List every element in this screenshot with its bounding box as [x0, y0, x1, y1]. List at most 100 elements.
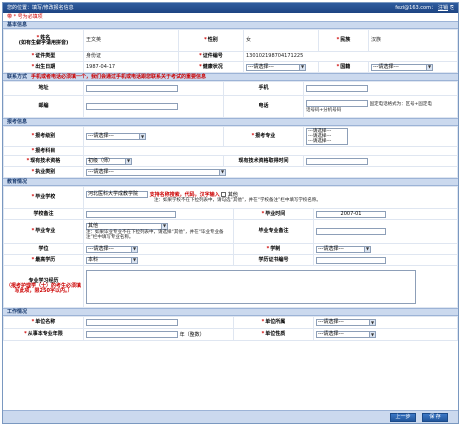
current-qual-label: 现有技术资格	[30, 157, 61, 164]
degree-select[interactable]: ---请选择--- ▼	[86, 245, 138, 253]
name-value: 王文英	[86, 37, 102, 43]
grad-major-note: 注：如果毕业专业不在下拉列表中，请选择“其他”，并在“毕业专业备注”栏中填写专业…	[86, 229, 224, 240]
school-note: 注：如果学校不在下拉列表中，请勾选“其他”，并在“学校备注”栏中填写学校名称。	[154, 198, 321, 204]
birth-value: 1987-04-17	[86, 63, 116, 70]
mobile-label: 手机	[258, 85, 269, 91]
section-basic: 基本信息	[3, 21, 458, 29]
birth-label: 出生日期	[35, 63, 56, 70]
phone-format-hint-2: 话号码+分机号码	[306, 107, 342, 113]
gender-label: 性别	[207, 37, 218, 43]
chevron-down-icon: ▼	[219, 169, 225, 175]
grad-major-select[interactable]: 其他 ▼	[86, 222, 168, 230]
exam-table: *报考级别 ---请选择--- ▼ *报考专业 ---请选择--- ---请选择-…	[3, 126, 458, 178]
id-type-label: 证件类型	[35, 53, 56, 59]
contact-table: 地址 手机 邮编 电话 固定电话格式为：区号+固定电 话号码+分机号码	[3, 81, 458, 118]
chevron-down-icon: ▼	[125, 158, 131, 164]
chevron-down-icon: ▼	[299, 64, 305, 70]
chevron-down-icon: ▼	[426, 64, 432, 70]
phone-label: 电话	[258, 103, 269, 109]
top-bar: 您的位置：填写/修改报名信息 fezi@163.com： 注销 ⎘	[3, 3, 458, 13]
unit-name-label: 单位名称	[35, 319, 56, 325]
zip-input[interactable]	[86, 103, 178, 110]
logout-icon[interactable]: ⎘	[450, 5, 454, 11]
grad-major-remark-label: 毕业专业备注	[258, 228, 289, 234]
health-select[interactable]: ---请选择--- ▼	[246, 63, 306, 71]
exam-level-select[interactable]: ---请选择--- ▼	[86, 133, 146, 140]
qual-time-input[interactable]	[306, 157, 368, 165]
grad-time-label: 毕业时间	[265, 210, 286, 217]
chevron-down-icon: ▼	[161, 223, 167, 229]
unit-name-input[interactable]	[86, 319, 178, 326]
section-work: 工作情况	[3, 308, 458, 316]
qual-time-label: 现有技术资格取得时间	[238, 157, 289, 164]
health-label: 健康状况	[202, 63, 223, 70]
current-qual-select[interactable]: 初级（师） ▼	[86, 157, 132, 165]
unit-nature-select[interactable]: ---请选择--- ▼	[316, 331, 376, 338]
grad-major-label: 毕业专业	[35, 228, 56, 234]
id-number-value: 130102198704171225	[246, 53, 304, 59]
section-education: 教育情况	[3, 178, 458, 186]
chevron-down-icon: ▼	[131, 246, 137, 252]
school-other-checkbox[interactable]	[221, 192, 227, 198]
school-remark-label: 学校备注	[33, 210, 54, 217]
grad-time-input[interactable]: 2007-01	[316, 210, 386, 218]
id-type-value: 身份证	[86, 53, 102, 59]
cert-no-input[interactable]	[316, 256, 386, 264]
phone-format-hint: 固定电话格式为：区号+固定电	[369, 102, 432, 107]
work-table: *单位名称 *单位所属 ---请选择--- ▼ *从事本专业年限 年（整数） *单…	[3, 316, 458, 341]
highest-edu-label: 最高学历	[35, 256, 56, 263]
basic-table: *姓名 (如有生僻字请用拼音) 王文英 *性别 女 *民族 汉族 *证件类型 身份…	[3, 29, 458, 73]
user-email: fezi@163.com：	[395, 4, 436, 11]
experience-textarea[interactable]	[86, 269, 416, 304]
degree-label: 学位	[38, 245, 49, 252]
ethnic-label: 民族	[340, 37, 351, 43]
years-input[interactable]	[86, 331, 178, 338]
registration-form: 您的位置：填写/修改报名信息 fezi@163.com： 注销 ⎘ 带 * 号为…	[2, 2, 459, 424]
school-remark-input[interactable]	[86, 210, 176, 218]
zip-label: 邮编	[38, 103, 49, 109]
section-exam: 报考信息	[3, 118, 458, 126]
school-input[interactable]: 河北医科大学成教学院	[86, 191, 148, 199]
gender-value: 女	[246, 37, 252, 43]
chevron-down-icon: ▼	[369, 331, 375, 337]
exam-major-listbox[interactable]: ---请选择--- ---请选择--- ---请选择---	[306, 128, 348, 145]
school-label: 毕业学校	[35, 194, 56, 200]
contact-note: 手机或者电话必须填一个，我们会通过手机或电话跟您联系关于考试的重要信息	[31, 73, 207, 80]
years-label: 从事本专业年限	[27, 331, 63, 337]
practice-type-select[interactable]: ---请选择--- ▼	[86, 168, 226, 176]
ethnic-value: 汉族	[371, 37, 382, 43]
chevron-down-icon: ▼	[364, 246, 370, 252]
exp-required-note: （报考护理学（士）的考生必须填写此项，限250字以内。）	[6, 283, 82, 294]
highest-edu-select[interactable]: 本科 ▼	[86, 256, 138, 264]
required-note: 带 * 号为必填项	[7, 13, 43, 20]
practice-type-label: 执业类别	[35, 168, 56, 175]
unit-type-label: 单位所属	[265, 319, 286, 325]
mobile-input[interactable]	[306, 85, 368, 92]
cert-no-label: 学历证书编号	[258, 256, 289, 263]
section-contact: 联系方式 手机或者电话必须填一个，我们会通过手机或电话跟您联系关于考试的重要信息	[3, 73, 458, 81]
schooling-select[interactable]: ---请选择--- ▼	[316, 245, 371, 253]
logout-link[interactable]: 注销	[438, 5, 448, 11]
grad-major-remark-input[interactable]	[316, 228, 386, 235]
unit-nature-label: 单位性质	[265, 331, 286, 337]
unit-type-select[interactable]: ---请选择--- ▼	[316, 319, 376, 326]
exam-subject-label: 报考科目	[35, 147, 56, 154]
phone-input[interactable]	[306, 100, 368, 107]
education-table: *毕业学校 河北医科大学成教学院 支持名称搜索，代码，汉字输入 其他 注：如果学…	[3, 186, 458, 308]
button-bar: 上一步 保 存	[3, 410, 458, 423]
chevron-down-icon: ▼	[369, 319, 375, 325]
save-button[interactable]: 保 存	[422, 412, 448, 422]
breadcrumb: 您的位置：填写/修改报名信息	[7, 4, 74, 11]
chevron-down-icon: ▼	[131, 257, 137, 263]
address-input[interactable]	[86, 85, 178, 92]
exam-level-label: 报考级别	[35, 133, 56, 139]
country-label: 国籍	[340, 63, 351, 70]
exam-major-label: 报考专业	[255, 133, 276, 139]
schooling-label: 学制	[270, 245, 281, 252]
id-number-label: 证件编号	[202, 53, 223, 59]
name-sub-label: (如有生僻字请用拼音)	[18, 39, 69, 46]
prev-button[interactable]: 上一步	[390, 412, 416, 422]
years-unit: 年（整数）	[179, 332, 205, 338]
country-select[interactable]: ---请选择--- ▼	[371, 63, 433, 71]
chevron-down-icon: ▼	[139, 133, 145, 139]
